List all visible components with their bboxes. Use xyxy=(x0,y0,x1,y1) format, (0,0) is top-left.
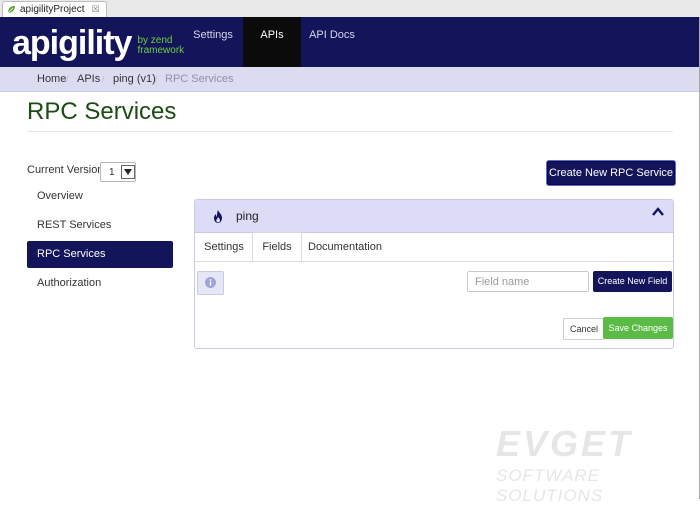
service-panel: ping Settings Fields Documentation Creat… xyxy=(194,199,674,349)
chevron-down-icon xyxy=(121,165,135,179)
nav-apis[interactable]: APIs xyxy=(243,17,301,67)
breadcrumb-ping-v1[interactable]: ping (v1) xyxy=(113,67,156,91)
apigility-leaf-icon xyxy=(7,5,16,14)
logo-wordmark: apigility xyxy=(12,24,132,62)
breadcrumb-separator: / xyxy=(155,74,158,84)
top-navbar: apigility by zend framework Settings API… xyxy=(0,17,699,67)
breadcrumb-separator: / xyxy=(102,74,105,84)
logo-framework: framework xyxy=(137,45,185,56)
logo-byline: by zend framework xyxy=(137,36,184,56)
breadcrumb: Home / APIs / ping (v1) / RPC Services xyxy=(0,67,699,92)
tab-fields[interactable]: Fields xyxy=(252,232,302,262)
watermark-logo: EVGET xyxy=(496,423,634,464)
close-icon[interactable]: ☒ xyxy=(91,4,99,15)
service-panel-header[interactable]: ping xyxy=(195,200,673,233)
chevron-up-icon[interactable] xyxy=(652,207,664,217)
sidebar-item-overview[interactable]: Overview xyxy=(27,183,173,210)
tab-documentation[interactable]: Documentation xyxy=(301,233,389,261)
field-name-input[interactable] xyxy=(467,271,589,292)
version-label: Current Version: xyxy=(27,164,107,176)
title-divider xyxy=(27,131,673,132)
watermark-tagline: SOFTWARE SOLUTIONS xyxy=(496,466,604,505)
version-value: 1 xyxy=(109,166,115,178)
page-title: RPC Services xyxy=(27,98,177,125)
editor-tab-strip: apigilityProject ☒ xyxy=(0,0,700,18)
cancel-button[interactable]: Cancel xyxy=(563,318,605,340)
sidebar-item-rpc-services[interactable]: RPC Services xyxy=(27,241,173,268)
breadcrumb-separator: / xyxy=(66,74,69,84)
breadcrumb-home[interactable]: Home xyxy=(37,67,66,91)
info-button[interactable] xyxy=(197,271,224,295)
nav-settings[interactable]: Settings xyxy=(183,17,243,67)
sidebar-item-authorization[interactable]: Authorization xyxy=(27,270,173,297)
editor-tab-title: apigilityProject xyxy=(20,4,85,15)
save-changes-button[interactable]: Save Changes xyxy=(603,317,673,339)
nav-api-docs[interactable]: API Docs xyxy=(301,17,363,67)
info-icon xyxy=(205,277,216,288)
sidebar-item-rest-services[interactable]: REST Services xyxy=(27,212,173,239)
create-new-field-button[interactable]: Create New Field xyxy=(593,271,672,292)
service-name: ping xyxy=(236,209,259,223)
tab-settings[interactable]: Settings xyxy=(197,233,251,261)
create-rpc-service-button[interactable]: Create New RPC Service xyxy=(547,161,675,185)
breadcrumb-current: RPC Services xyxy=(165,73,234,85)
version-select[interactable]: 1 xyxy=(100,162,136,182)
editor-tab[interactable]: apigilityProject ☒ xyxy=(2,1,107,17)
flame-icon xyxy=(214,210,222,223)
breadcrumb-apis[interactable]: APIs xyxy=(77,67,100,91)
tab-divider xyxy=(195,261,673,262)
apigility-logo[interactable]: apigility by zend framework xyxy=(12,23,184,61)
